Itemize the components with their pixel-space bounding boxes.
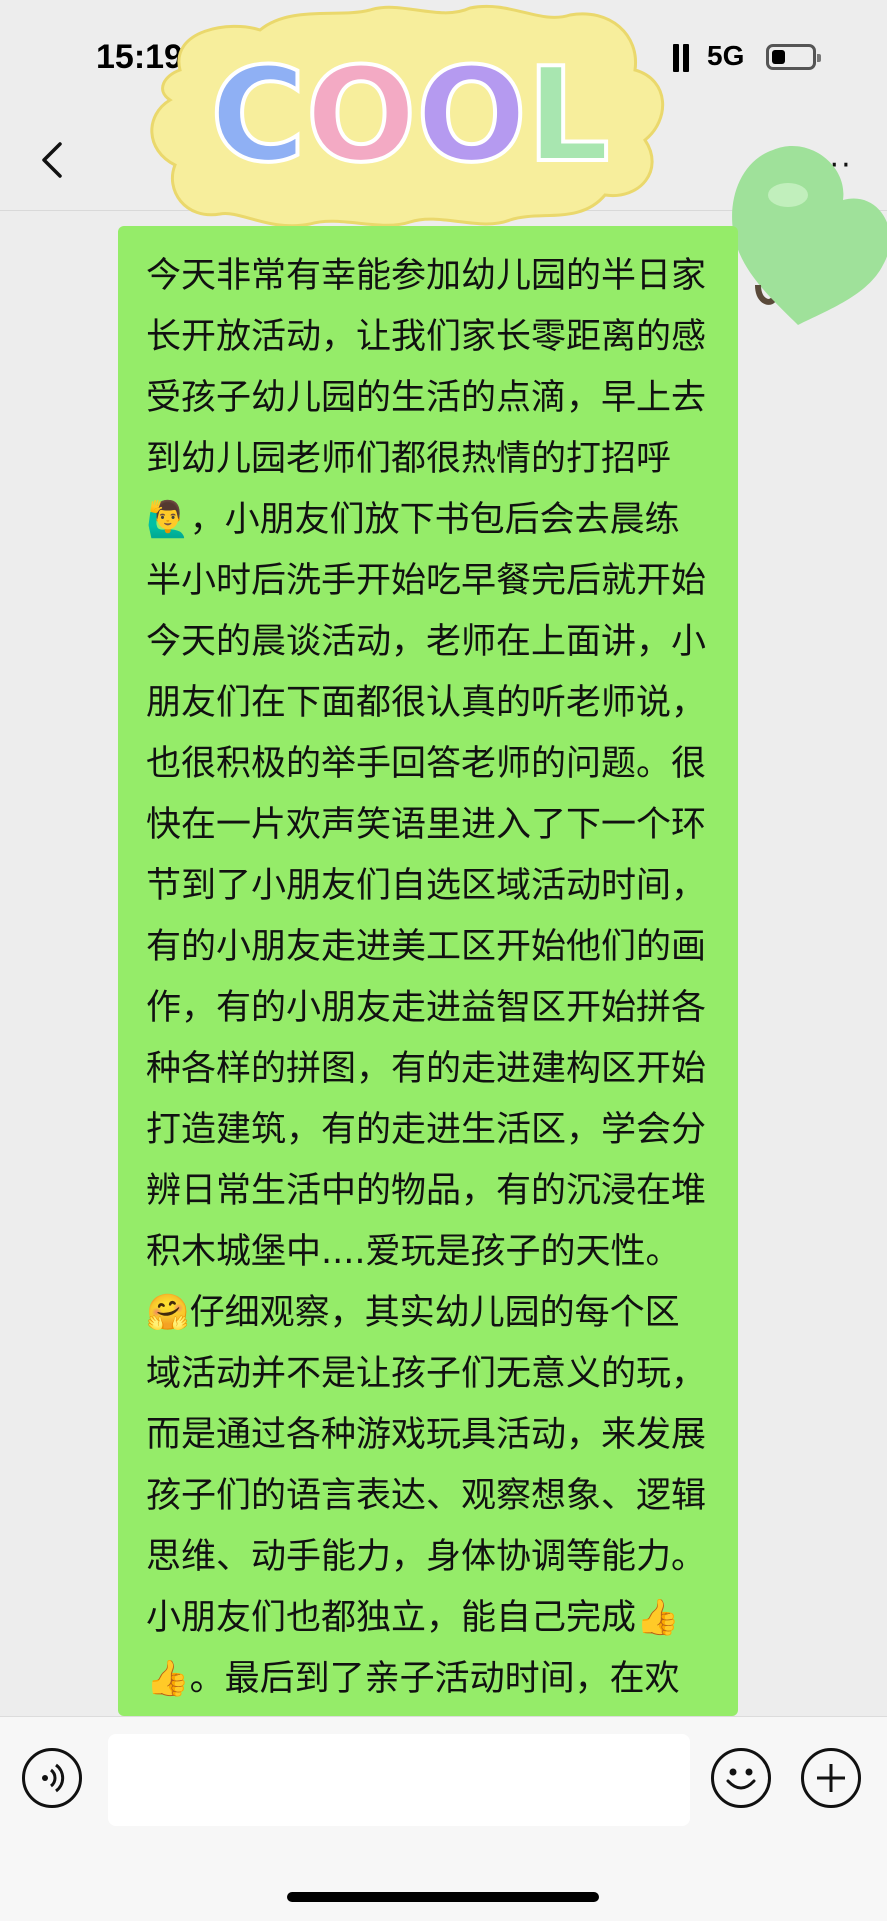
cool-sticker-text: COOL [210,39,609,191]
heart-sticker [732,146,887,325]
home-indicator [287,1892,599,1902]
cool-letter-c: C [210,39,305,191]
cool-letter-o: O [306,39,417,191]
battery-icon [766,44,821,70]
voice-icon[interactable] [22,1748,82,1808]
battery-level-fill [772,50,785,64]
back-icon[interactable] [34,140,74,180]
message-text: 今天非常有幸能参加幼儿园的半日家长开放活动，让我们家长零距离的感受孩子幼儿园的生… [146,256,707,1699]
message-input[interactable] [108,1734,690,1826]
network-type: 5G [707,40,745,71]
chat-input-bar [0,1716,887,1921]
message-bubble[interactable]: 今天非常有幸能参加幼儿园的半日家长开放活动，让我们家长零距离的感受孩子幼儿园的生… [118,226,738,1716]
cool-letter-l: L [527,39,610,191]
plus-icon[interactable] [801,1748,861,1808]
cool-sticker: COOL [150,5,665,228]
cool-letter-o: O [416,39,527,191]
emoji-icon[interactable] [711,1748,771,1808]
